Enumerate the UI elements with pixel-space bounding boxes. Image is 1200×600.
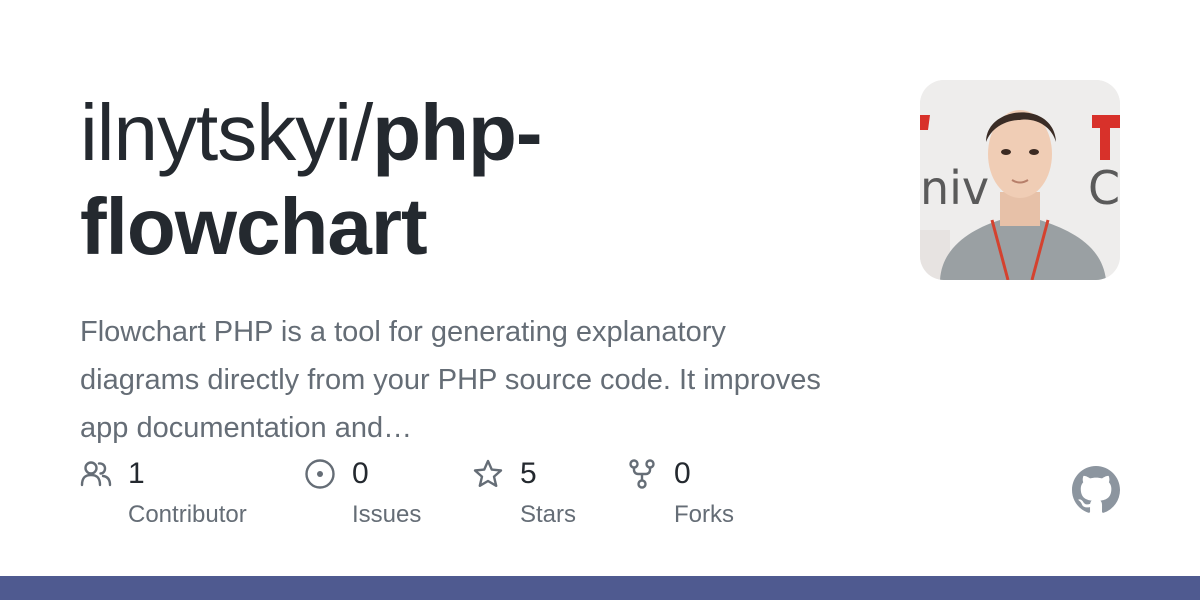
repo-forked-icon xyxy=(629,459,655,489)
repo-title: ilnytskyi/php-flowchart xyxy=(80,86,880,274)
svg-text:C: C xyxy=(1088,161,1120,215)
issues-label: Issues xyxy=(352,501,422,528)
avatar-image: niv C xyxy=(920,80,1120,280)
contributors-label: Contributor xyxy=(128,501,247,528)
repo-description: Flowchart PHP is a tool for generating e… xyxy=(80,316,821,444)
star-icon xyxy=(473,459,503,487)
forks-label: Forks xyxy=(674,501,734,528)
github-logo-icon[interactable] xyxy=(1072,466,1120,514)
bottom-language-bar xyxy=(0,576,1200,600)
issues-count: 0 xyxy=(352,457,369,490)
stars-label: Stars xyxy=(520,501,577,528)
issue-opened-icon xyxy=(305,459,335,489)
contributors-count: 1 xyxy=(128,457,145,490)
people-icon xyxy=(80,461,112,487)
stars-count: 5 xyxy=(520,457,537,490)
svg-text:niv: niv xyxy=(920,161,989,215)
repo-owner[interactable]: ilnytskyi/ xyxy=(80,88,373,177)
forks-count: 0 xyxy=(674,457,691,490)
avatar[interactable]: niv C xyxy=(920,80,1120,280)
